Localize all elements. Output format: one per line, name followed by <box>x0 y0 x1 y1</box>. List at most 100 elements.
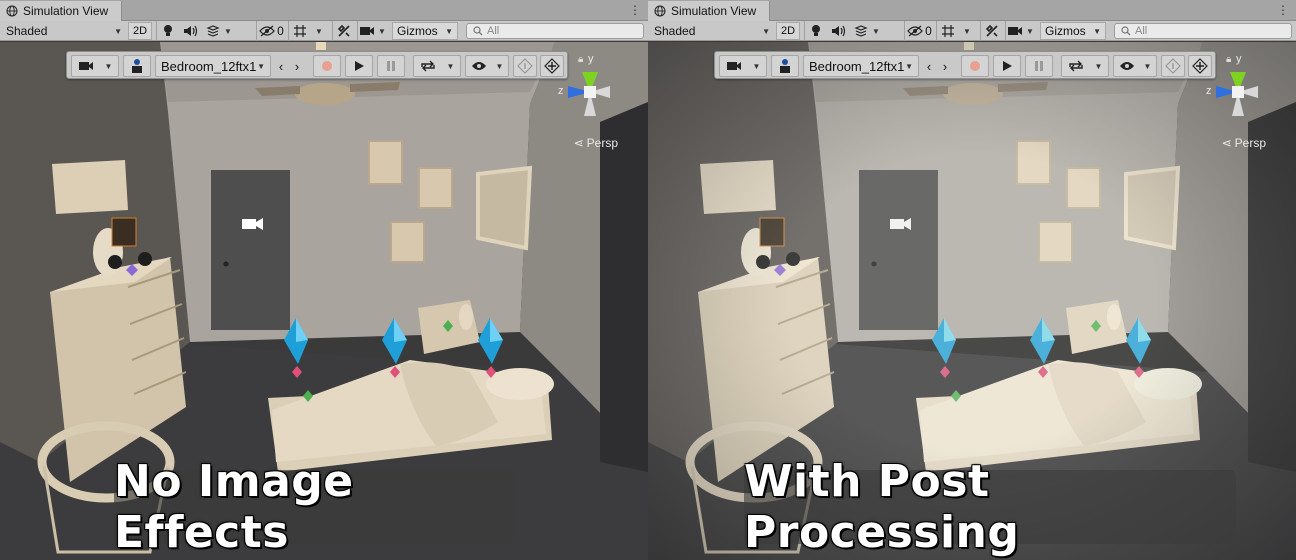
scene-dropdown[interactable]: Bedroom_12ftx1 ▼ <box>803 55 919 77</box>
comparison-caption: With Post Processing <box>744 456 1236 558</box>
chevron-down-icon: ▼ <box>905 61 913 71</box>
grid-icon[interactable] <box>288 21 310 41</box>
audio-icon[interactable] <box>827 21 849 41</box>
record-icon[interactable] <box>961 55 989 77</box>
pause-icon[interactable] <box>377 55 405 77</box>
prev-icon[interactable]: ‹ <box>921 55 937 77</box>
chevron-down-icon[interactable]: ▼ <box>224 21 232 41</box>
more-vert-icon[interactable]: ⋮ <box>1276 3 1290 17</box>
chevron-down-icon[interactable]: ▼ <box>376 21 388 41</box>
visibility-toggle[interactable]: 0 <box>904 21 934 41</box>
door-knob <box>871 261 877 267</box>
search-input[interactable]: All <box>466 23 644 39</box>
wall-mirror <box>476 165 533 251</box>
search-icon <box>1121 26 1131 36</box>
draw-mode-value: Shaded <box>6 24 48 38</box>
next-icon[interactable]: › <box>289 55 305 77</box>
tab-label: Simulation View <box>671 4 757 18</box>
hidden-count: 0 <box>277 24 284 38</box>
draw-mode-dropdown[interactable]: Shaded ▼ <box>2 21 126 41</box>
orientation-cube[interactable] <box>584 86 596 98</box>
effects-icon[interactable] <box>850 21 872 41</box>
pause-icon[interactable] <box>1025 55 1053 77</box>
axis-y-label: y <box>588 53 594 65</box>
lamp-shade <box>52 160 128 214</box>
camera-dropdown[interactable]: ▼ <box>719 55 767 77</box>
effects-icon[interactable] <box>202 21 224 41</box>
chevron-down-icon: ▼ <box>762 26 770 36</box>
info-icon[interactable] <box>513 55 537 77</box>
play-icon[interactable] <box>993 55 1021 77</box>
vase <box>459 304 473 330</box>
projection-toggle[interactable]: ⋖ Persp <box>1222 136 1266 150</box>
gizmos-dropdown[interactable]: Gizmos ▼ <box>1040 22 1106 40</box>
projection-toggle[interactable]: ⋖ Persp <box>574 136 618 150</box>
search-input[interactable]: All <box>1114 23 1292 39</box>
wall-mirror <box>1124 165 1181 251</box>
scene-toolbar: Shaded ▼ 2D ▼ 0 ▼ ▼ Gizmos ▼ All <box>648 21 1296 41</box>
robot-wheel <box>138 252 152 266</box>
orientation-gizmo[interactable]: y z <box>552 50 628 130</box>
tools-icon[interactable] <box>332 21 354 41</box>
scene-dropdown[interactable]: Bedroom_12ftx1 ▼ <box>155 55 271 77</box>
chevron-down-icon[interactable]: ▼ <box>312 21 326 41</box>
persp-label: Persp <box>586 136 618 150</box>
door <box>211 170 290 330</box>
tools-icon[interactable] <box>980 21 1002 41</box>
eye-dropdown[interactable]: ▼ <box>465 55 509 77</box>
ceiling-fan <box>943 83 1003 105</box>
comparison-caption: No Image Effects <box>114 456 516 558</box>
audio-icon[interactable] <box>179 21 201 41</box>
camera-icon[interactable] <box>1005 21 1023 41</box>
chevron-down-icon[interactable]: ▼ <box>872 21 880 41</box>
prev-icon[interactable]: ‹ <box>273 55 289 77</box>
toggle-2d-button[interactable]: 2D <box>776 22 800 40</box>
toggle-2d-button[interactable]: 2D <box>128 22 152 40</box>
camera-dropdown[interactable]: ▼ <box>71 55 119 77</box>
robot-wheel <box>756 255 770 269</box>
wall-frame <box>390 221 425 263</box>
light-icon[interactable] <box>156 21 178 41</box>
orientation-cube[interactable] <box>1232 86 1244 98</box>
scene-viewport[interactable]: ▼ Bedroom_12ftx1 ▼ ‹ › ▼ ▼ 🔒︎ y z ⋖ Pers… <box>0 42 648 560</box>
orientation-gizmo[interactable]: y z <box>1200 50 1276 130</box>
tab-bar: Simulation View ⋮ <box>0 0 648 21</box>
tab-simulation-view[interactable]: Simulation View <box>0 1 122 21</box>
draw-mode-dropdown[interactable]: Shaded ▼ <box>650 21 774 41</box>
eye-dropdown[interactable]: ▼ <box>1113 55 1157 77</box>
visibility-toggle[interactable]: 0 <box>256 21 286 41</box>
vase <box>1107 304 1121 330</box>
axis-y-label: y <box>1236 53 1242 65</box>
more-vert-icon[interactable]: ⋮ <box>628 3 642 17</box>
chevron-down-icon: ▼ <box>104 61 113 71</box>
axis-z-label: z <box>1206 85 1212 97</box>
chevron-down-icon[interactable]: ▼ <box>960 21 974 41</box>
draw-mode-value: Shaded <box>654 24 696 38</box>
grid-icon[interactable] <box>936 21 958 41</box>
light-icon[interactable] <box>804 21 826 41</box>
door <box>859 170 938 330</box>
person-icon[interactable] <box>771 55 799 77</box>
simulation-toolbar: ▼ Bedroom_12ftx1 ▼ ‹ › ▼ ▼ <box>714 51 1216 79</box>
person-icon[interactable] <box>123 55 151 77</box>
camera-icon[interactable] <box>357 21 375 41</box>
info-icon[interactable] <box>1161 55 1185 77</box>
gizmos-dropdown[interactable]: Gizmos ▼ <box>392 22 458 40</box>
tab-simulation-view[interactable]: Simulation View <box>648 1 770 21</box>
scene-viewport[interactable]: ▼ Bedroom_12ftx1 ▼ ‹ › ▼ ▼ 🔒︎ y z ⋖ Pers… <box>648 42 1296 560</box>
chevron-down-icon: ▼ <box>446 61 455 71</box>
axis-z-label: z <box>558 85 564 97</box>
globe-icon <box>654 5 666 17</box>
search-placeholder: All <box>487 25 500 37</box>
record-icon[interactable] <box>313 55 341 77</box>
loop-dropdown[interactable]: ▼ <box>1061 55 1109 77</box>
chevron-down-icon: ▼ <box>1093 26 1101 36</box>
wall-frame <box>1066 167 1101 209</box>
play-icon[interactable] <box>345 55 373 77</box>
chevron-down-icon[interactable]: ▼ <box>1024 21 1036 41</box>
next-icon[interactable]: › <box>937 55 953 77</box>
chevron-down-icon: ▼ <box>257 61 265 71</box>
camera-icon <box>78 62 93 70</box>
loop-dropdown[interactable]: ▼ <box>413 55 461 77</box>
simulation-view-panel-left: Simulation View ⋮ Shaded ▼ 2D ▼ 0 ▼ ▼ Giz… <box>0 0 648 560</box>
